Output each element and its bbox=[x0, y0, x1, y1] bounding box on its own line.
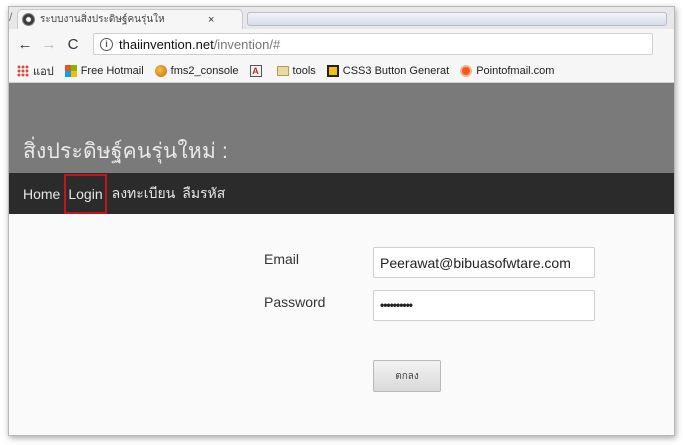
bookmark-label: Pointofmail.com bbox=[476, 64, 555, 77]
submit-button[interactable]: ตกลง bbox=[373, 360, 441, 392]
bookmark-fms2-console[interactable]: fms2_console bbox=[154, 64, 239, 77]
nav-login[interactable]: Login bbox=[64, 173, 107, 214]
bookmarks-bar: แอป Free Hotmail fms2_console A tools CS… bbox=[9, 59, 674, 83]
nav-home[interactable]: Home bbox=[23, 186, 60, 202]
bookmark-css3-button-generator[interactable]: CSS3 Button Generat bbox=[326, 64, 450, 77]
forward-arrow-icon[interactable]: → bbox=[39, 36, 59, 53]
email-label: Email bbox=[264, 251, 300, 267]
url-path: /invention/# bbox=[213, 36, 281, 52]
browser-toolbar: ← → C i thaiinvention.net/invention/# bbox=[9, 29, 674, 59]
site-info-icon[interactable]: i bbox=[100, 37, 113, 51]
address-bar[interactable]: i thaiinvention.net/invention/# bbox=[93, 33, 653, 55]
tab-strip: / ระบบงานสิ่งประดิษฐ์คนรุ่นให × bbox=[9, 7, 674, 29]
bookmark-label: Free Hotmail bbox=[80, 64, 144, 77]
url-host: thaiinvention.net bbox=[119, 36, 214, 52]
password-label: Password bbox=[264, 294, 326, 310]
pointofmail-logo-icon bbox=[460, 64, 473, 77]
site-favicon-icon bbox=[22, 13, 35, 26]
bookmark-tools-folder[interactable]: tools bbox=[276, 64, 316, 77]
browser-tab[interactable]: ระบบงานสิ่งประดิษฐ์คนรุ่นให × bbox=[17, 9, 243, 29]
bookmark-apps[interactable]: แอป bbox=[17, 62, 54, 80]
tab-title: ระบบงานสิ่งประดิษฐ์คนรุ่นให bbox=[40, 14, 165, 25]
bookmark-label: tools bbox=[292, 64, 316, 77]
folder-icon bbox=[276, 65, 289, 76]
bookmark-label: fms2_console bbox=[170, 64, 239, 77]
site-title: สิ่งประดิษฐ์คนรุ่นใหม่ : bbox=[23, 140, 229, 163]
microsoft-logo-icon bbox=[64, 64, 77, 77]
css3-square-icon bbox=[326, 64, 339, 77]
email-field[interactable]: Peerawat@bibuasofwtare.com bbox=[373, 247, 595, 278]
new-tab-button[interactable] bbox=[247, 12, 667, 26]
password-field[interactable]: •••••••••• bbox=[373, 290, 595, 321]
nav-forgot-password[interactable]: ลืมรหัส bbox=[182, 183, 225, 205]
bookmark-free-hotmail[interactable]: Free Hotmail bbox=[64, 64, 144, 77]
bookmark-label: แอป bbox=[33, 65, 54, 78]
browser-window: / ระบบงานสิ่งประดิษฐ์คนรุ่นให × ← → C i … bbox=[8, 6, 675, 436]
nav-register[interactable]: ลงทะเบียน bbox=[112, 183, 176, 205]
bookmark-label: CSS3 Button Generat bbox=[342, 64, 450, 77]
site-nav: Home Login ลงทะเบียน ลืมรหัส bbox=[9, 173, 674, 214]
tab-close-icon[interactable]: × bbox=[208, 14, 214, 26]
login-form: Email Peerawat@bibuasofwtare.com Passwor… bbox=[9, 214, 674, 435]
bookmark-a[interactable]: A bbox=[249, 64, 266, 77]
site-header: สิ่งประดิษฐ์คนรุ่นใหม่ : bbox=[9, 83, 674, 173]
a-letter-icon: A bbox=[249, 64, 262, 77]
tab-edge: / bbox=[9, 10, 13, 24]
back-arrow-icon[interactable]: ← bbox=[15, 36, 35, 53]
fms-logo-icon bbox=[154, 64, 167, 77]
apps-grid-icon bbox=[17, 64, 29, 77]
bookmark-pointofmail[interactable]: Pointofmail.com bbox=[460, 64, 555, 77]
reload-icon[interactable]: C bbox=[63, 36, 83, 53]
